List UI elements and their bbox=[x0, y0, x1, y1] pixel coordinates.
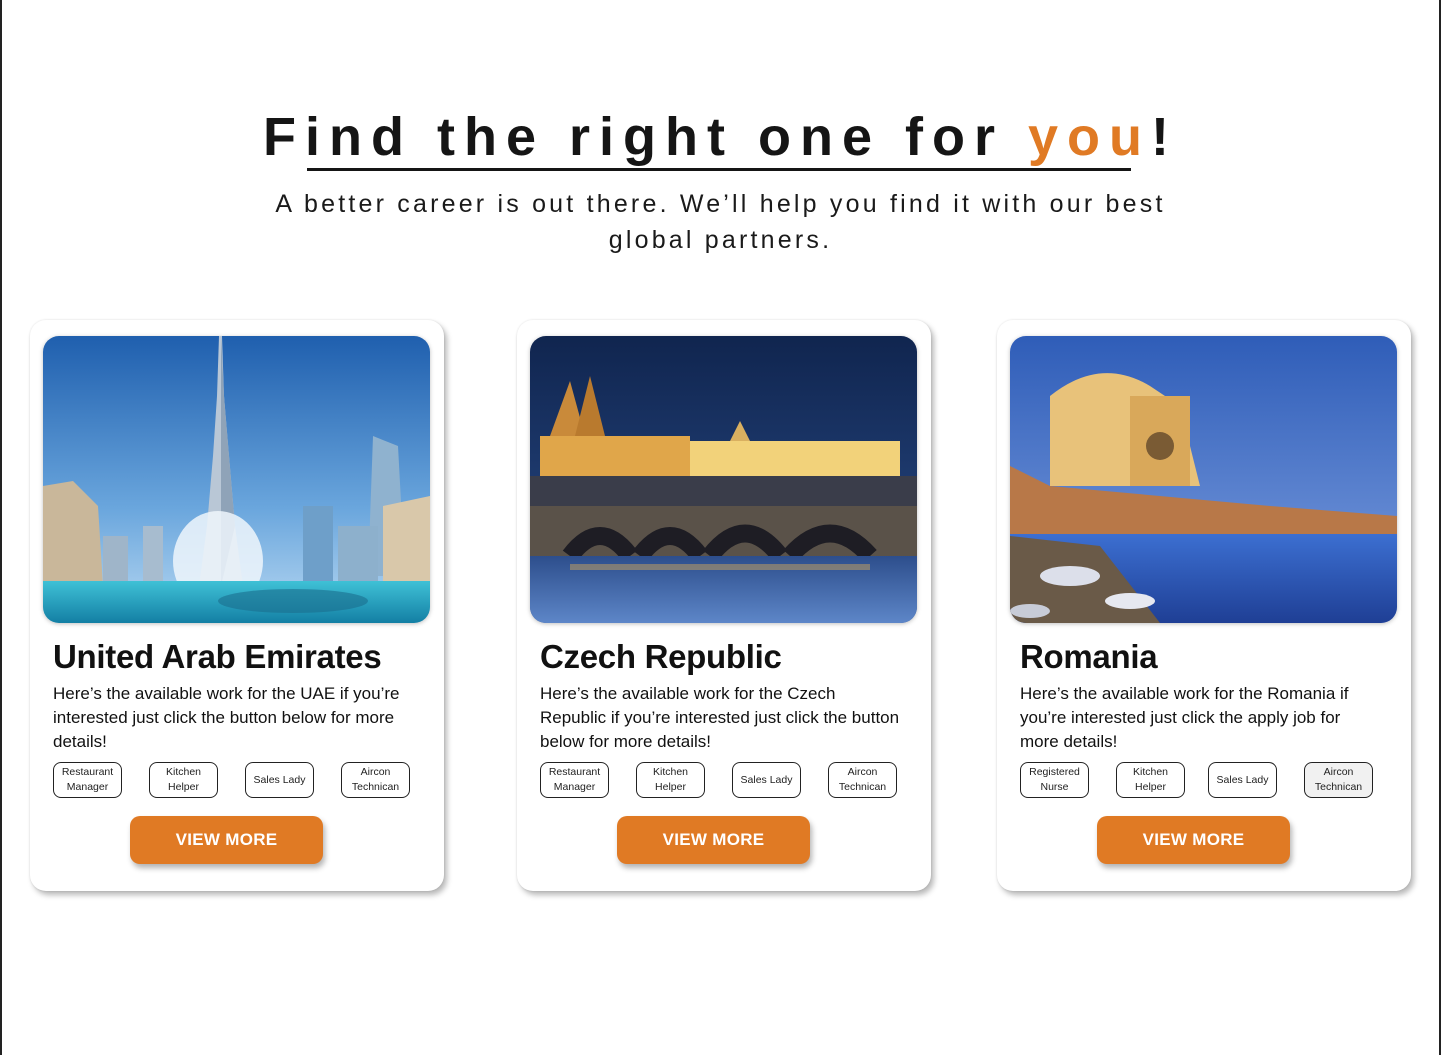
job-tags: Registered Nurse Kitchen Helper Sales La… bbox=[1020, 762, 1390, 798]
view-more-button[interactable]: VIEW MORE bbox=[617, 816, 810, 864]
country-card-czech-republic: Czech Republic Here’s the available work… bbox=[517, 320, 931, 891]
card-title: United Arab Emirates bbox=[53, 638, 382, 675]
job-tag[interactable]: Restaurant Manager bbox=[540, 762, 609, 798]
country-card-romania: Romania Here’s the available work for th… bbox=[997, 320, 1411, 891]
job-tag[interactable]: Kitchen Helper bbox=[149, 762, 218, 798]
job-tag[interactable]: Sales Lady bbox=[245, 762, 314, 798]
title-main-text: Find the right one for bbox=[263, 107, 1028, 167]
uae-photo bbox=[43, 336, 430, 623]
title-end-text: ! bbox=[1150, 107, 1178, 167]
card-description: Here’s the available work for the Romani… bbox=[1020, 684, 1349, 751]
page-subtitle: A better career is out there. We’ll help… bbox=[275, 190, 1166, 254]
job-tag[interactable]: Registered Nurse bbox=[1020, 762, 1089, 798]
job-tag[interactable]: Restaurant Manager bbox=[53, 762, 122, 798]
job-tag[interactable]: Kitchen Helper bbox=[1116, 762, 1185, 798]
romania-photo bbox=[1010, 336, 1397, 623]
job-tag[interactable]: Sales Lady bbox=[732, 762, 801, 798]
card-title: Czech Republic bbox=[540, 638, 782, 675]
czech-photo bbox=[530, 336, 917, 623]
country-card-uae: United Arab Emirates Here’s the availabl… bbox=[30, 320, 444, 891]
job-tag[interactable]: Kitchen Helper bbox=[636, 762, 705, 798]
view-more-button[interactable]: VIEW MORE bbox=[130, 816, 323, 864]
card-description: Here’s the available work for the Czech … bbox=[540, 684, 900, 751]
card-description: Here’s the available work for the UAE if… bbox=[53, 684, 400, 751]
page-title: Find the right one for you! bbox=[0, 102, 1441, 172]
job-tag[interactable]: Aircon Technican bbox=[828, 762, 897, 798]
title-underline bbox=[307, 168, 1131, 171]
job-tags: Restaurant Manager Kitchen Helper Sales … bbox=[53, 762, 423, 798]
job-tags: Restaurant Manager Kitchen Helper Sales … bbox=[540, 762, 910, 798]
card-title: Romania bbox=[1020, 638, 1158, 675]
job-tag[interactable]: Sales Lady bbox=[1208, 762, 1277, 798]
title-accent-text: you bbox=[1027, 107, 1151, 167]
job-tag[interactable]: Aircon Technican bbox=[1304, 762, 1373, 798]
job-tag[interactable]: Aircon Technican bbox=[341, 762, 410, 798]
view-more-button[interactable]: VIEW MORE bbox=[1097, 816, 1290, 864]
